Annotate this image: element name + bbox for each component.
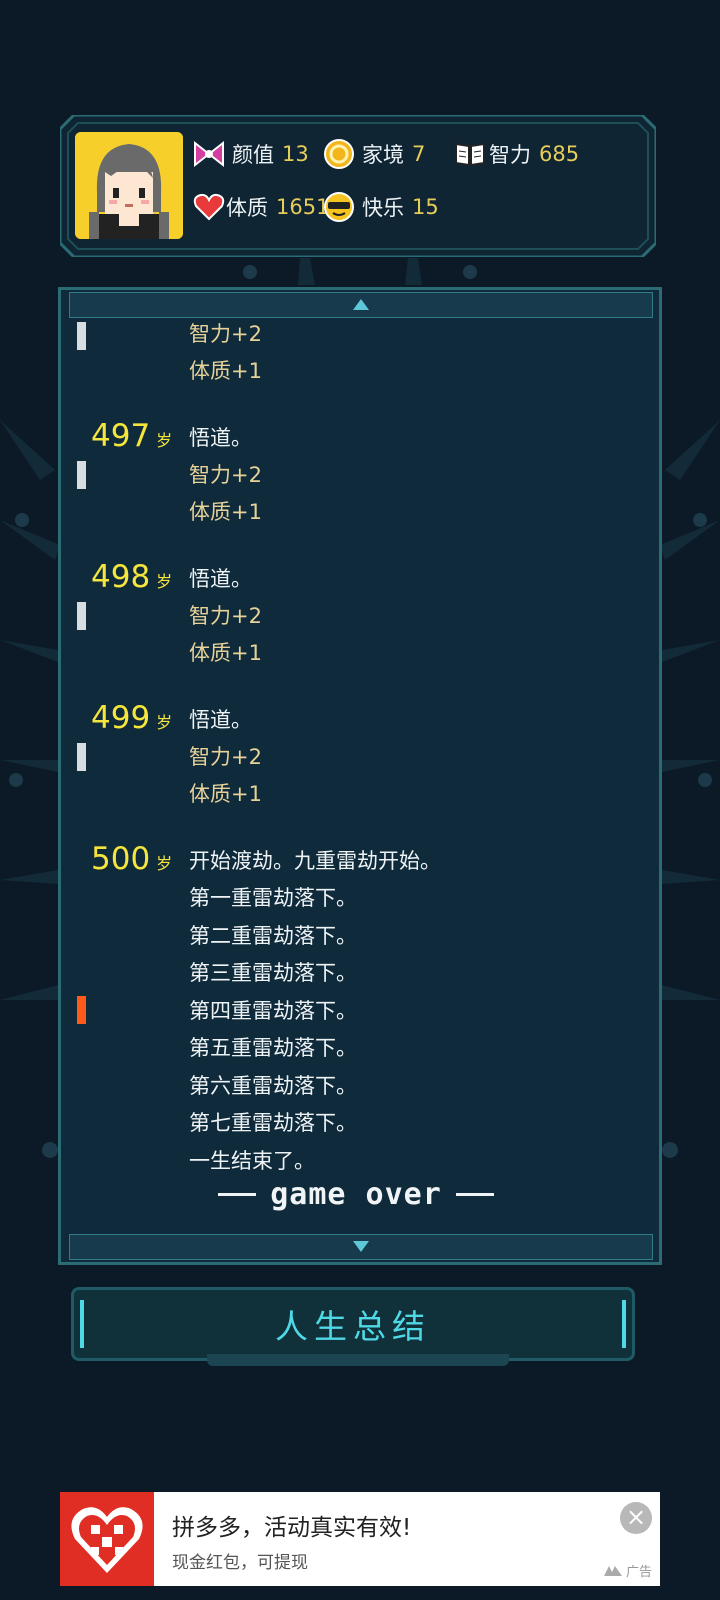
log-line: 第六重雷劫落下。 — [189, 1074, 357, 1098]
avatar — [75, 132, 183, 239]
log-line: 体质+1 — [189, 359, 262, 383]
log-line: 第一重雷劫落下。 — [189, 886, 357, 910]
log-line: 智力+2 — [189, 463, 262, 487]
scroll-down-button[interactable] — [69, 1234, 653, 1260]
life-log-panel[interactable]: 智力+2 体质+1 497 岁 悟道。 智力+2 体质+1 498 岁 悟道。 智力… — [58, 287, 662, 1265]
close-icon[interactable]: × — [620, 1502, 652, 1534]
entry-marker — [77, 602, 86, 630]
stat-value: 685 — [539, 142, 580, 166]
bow-icon — [192, 137, 226, 171]
entry-marker — [77, 322, 86, 350]
ad-banner[interactable]: 拼多多，活动真实有效! 现金红包，可提现 × 广告 — [60, 1492, 660, 1586]
stat-intelligence: 智力 685 — [453, 137, 579, 171]
age-label: 499 岁 — [91, 700, 173, 736]
log-line: 第三重雷劫落下。 — [189, 961, 357, 985]
log-line: 智力+2 — [189, 604, 262, 628]
log-line: 第四重雷劫落下。 — [189, 999, 357, 1023]
age-label: 500 岁 — [91, 841, 173, 877]
arrow-up-icon — [353, 299, 369, 310]
dash-left — [218, 1192, 257, 1196]
stat-label: 智力 — [489, 143, 531, 167]
ad-tag: 广告 — [603, 1561, 652, 1580]
log-line: 第七重雷劫落下。 — [189, 1111, 357, 1135]
stat-constitution: 体质 1651 — [192, 190, 329, 224]
log-line: 智力+2 — [189, 745, 262, 769]
log-line: 第五重雷劫落下。 — [189, 1036, 357, 1060]
life-summary-button[interactable]: 人生总结 — [71, 1287, 635, 1361]
dash-right — [455, 1192, 494, 1196]
age-label: 497 岁 — [91, 418, 173, 454]
ad-title: 拼多多，活动真实有效! — [172, 1515, 412, 1541]
pinduoduo-logo-icon — [60, 1492, 154, 1586]
ad-subtitle: 现金红包，可提现 — [172, 1553, 308, 1573]
log-line: 智力+2 — [189, 322, 262, 346]
stat-family: 家境 7 — [322, 137, 425, 171]
stats-panel: 颜值 13 家境 7 智力 685 体质 1651 快乐 15 — [60, 115, 656, 257]
stat-label: 快乐 — [362, 196, 404, 220]
stat-value: 7 — [412, 142, 426, 166]
log-line: 开始渡劫。九重雷劫开始。 — [189, 849, 441, 873]
age-label: 498 岁 — [91, 559, 173, 595]
log-line: 悟道。 — [189, 708, 252, 732]
game-over-banner: game over — [181, 1174, 531, 1214]
log-line: 第二重雷劫落下。 — [189, 924, 357, 948]
coin-icon — [322, 137, 356, 171]
game-over-text: game over — [270, 1176, 442, 1212]
ad-network-icon — [603, 1565, 622, 1576]
log-line: 体质+1 — [189, 641, 262, 665]
entry-marker — [77, 743, 86, 771]
ad-tag-label: 广告 — [625, 1565, 652, 1580]
life-summary-label: 人生总结 — [275, 1307, 431, 1346]
scroll-up-button[interactable] — [69, 292, 653, 318]
log-line: 悟道。 — [189, 567, 252, 591]
heart-icon — [192, 190, 226, 224]
stat-value: 13 — [282, 142, 309, 166]
sunglasses-face-icon — [322, 190, 356, 224]
book-icon — [453, 137, 487, 171]
log-line: 悟道。 — [189, 426, 252, 450]
stat-label: 体质 — [226, 196, 268, 220]
stat-appearance: 颜值 13 — [192, 137, 309, 171]
button-base-tab — [207, 1354, 509, 1366]
entry-marker — [77, 461, 86, 489]
arrow-down-icon — [353, 1241, 369, 1252]
log-line: 体质+1 — [189, 500, 262, 524]
log-line: 体质+1 — [189, 782, 262, 806]
stat-label: 颜值 — [232, 143, 274, 167]
stat-happiness: 快乐 15 — [322, 190, 439, 224]
stat-value: 15 — [412, 195, 439, 219]
entry-marker-highlight — [77, 996, 86, 1024]
stat-label: 家境 — [362, 143, 404, 167]
